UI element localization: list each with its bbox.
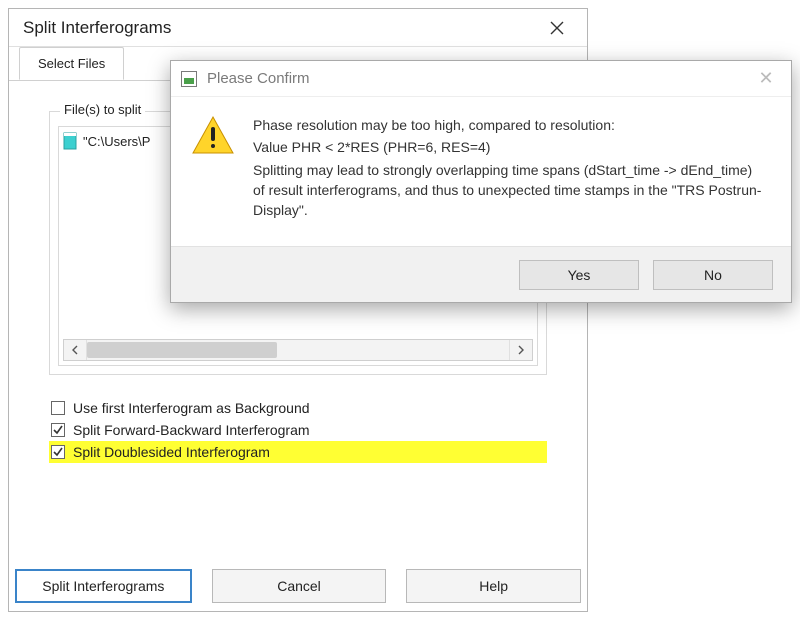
option-split-forward-backward[interactable]: Split Forward-Backward Interferogram	[49, 419, 547, 441]
dialog-body: Phase resolution may be too high, compar…	[171, 97, 791, 246]
horizontal-scrollbar[interactable]	[63, 339, 533, 361]
scroll-right-button[interactable]	[510, 340, 532, 360]
please-confirm-dialog: Please Confirm ✕ Phase resolution may be…	[170, 60, 792, 303]
chevron-left-icon	[71, 343, 79, 358]
options-section: Use first Interferogram as Background Sp…	[49, 397, 547, 463]
message-line: Phase resolution may be too high, compar…	[253, 115, 767, 135]
option-label: Split Forward-Backward Interferogram	[73, 422, 310, 438]
file-path: "C:\Users\P	[83, 134, 150, 149]
option-use-first-as-background[interactable]: Use first Interferogram as Background	[49, 397, 547, 419]
dialog-message: Phase resolution may be too high, compar…	[253, 115, 767, 222]
dialog-footer: Yes No	[171, 246, 791, 302]
close-button[interactable]	[537, 21, 577, 35]
split-interferograms-button[interactable]: Split Interferograms	[15, 569, 192, 603]
help-button[interactable]: Help	[406, 569, 581, 603]
checkbox[interactable]	[51, 401, 65, 415]
option-label: Use first Interferogram as Background	[73, 400, 310, 416]
no-button[interactable]: No	[653, 260, 773, 290]
warning-icon	[191, 115, 235, 222]
button-label: No	[704, 267, 722, 283]
dialog-close-button[interactable]: ✕	[751, 68, 781, 89]
tab-select-files[interactable]: Select Files	[19, 47, 124, 80]
button-label: Cancel	[277, 578, 321, 594]
checkbox[interactable]	[51, 423, 65, 437]
dialog-title: Please Confirm	[207, 70, 741, 87]
app-icon	[181, 71, 197, 87]
button-label: Yes	[568, 267, 591, 283]
dialog-titlebar: Please Confirm ✕	[171, 61, 791, 97]
scroll-left-button[interactable]	[64, 340, 86, 360]
window-title: Split Interferograms	[23, 18, 537, 38]
option-split-doublesided[interactable]: Split Doublesided Interferogram	[49, 441, 547, 463]
main-titlebar: Split Interferograms	[9, 9, 587, 47]
close-icon	[537, 21, 577, 35]
group-legend: File(s) to split	[60, 102, 145, 117]
button-bar: Split Interferograms Cancel Help	[15, 569, 581, 603]
checkbox[interactable]	[51, 445, 65, 459]
file-icon	[63, 132, 77, 150]
message-line: Splitting may lead to strongly overlappi…	[253, 160, 767, 221]
chevron-right-icon	[517, 343, 525, 358]
option-label: Split Doublesided Interferogram	[73, 444, 270, 460]
scroll-track[interactable]	[86, 340, 510, 360]
yes-button[interactable]: Yes	[519, 260, 639, 290]
cancel-button[interactable]: Cancel	[212, 569, 387, 603]
close-icon: ✕	[758, 68, 773, 88]
message-line: Value PHR < 2*RES (PHR=6, RES=4)	[253, 137, 767, 157]
button-label: Split Interferograms	[42, 578, 164, 594]
button-label: Help	[479, 578, 508, 594]
scroll-thumb[interactable]	[87, 342, 277, 358]
